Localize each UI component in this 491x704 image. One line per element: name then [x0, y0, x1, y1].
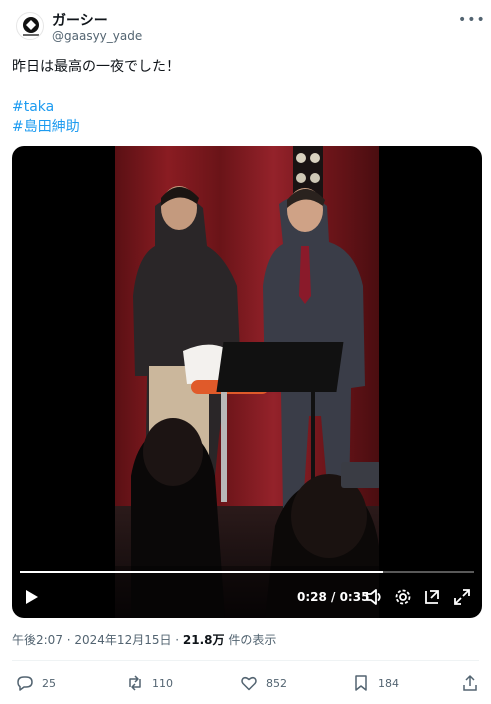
divider	[12, 660, 479, 661]
view-label: 件の表示	[224, 633, 277, 647]
tweet-spacer	[12, 77, 472, 97]
volume-icon[interactable]	[364, 587, 384, 607]
video-player[interactable]: 0:28 / 0:35	[12, 146, 482, 618]
bookmark-icon	[355, 675, 367, 691]
timestamp[interactable]: 午後2:07 · 2024年12月15日 ·	[12, 633, 183, 647]
play-icon[interactable]	[22, 588, 40, 606]
video-frame[interactable]	[115, 146, 379, 618]
fullscreen-icon[interactable]	[452, 587, 472, 607]
display-name[interactable]: ガーシー	[52, 10, 108, 30]
share-button[interactable]	[461, 672, 487, 694]
progress-bar[interactable]	[20, 571, 474, 573]
hashtag-shimada-shinsuke[interactable]: #島田紳助	[12, 117, 472, 137]
video-time: 0:28 / 0:35	[297, 590, 370, 604]
tweet-header: ガーシー @gaasyy_yade •••	[12, 8, 485, 48]
stage-scene-image	[115, 146, 379, 618]
gear-icon[interactable]	[393, 587, 413, 607]
tweet-meta: 午後2:07 · 2024年12月15日 · 21.8万 件の表示	[12, 631, 276, 648]
repost-button[interactable]: 110	[126, 672, 173, 694]
view-count: 21.8万	[182, 633, 225, 647]
repost-icon	[129, 675, 141, 691]
like-button[interactable]: 852	[240, 672, 287, 694]
avatar[interactable]	[16, 12, 44, 40]
heart-icon	[241, 676, 257, 691]
bookmark-button[interactable]: 184	[352, 672, 399, 694]
progress-fill	[20, 571, 384, 573]
tweet-body: 昨日は最高の一夜でした！ #taka #島田紳助	[12, 57, 472, 137]
action-bar: 25 110 852 184	[12, 672, 479, 694]
user-handle[interactable]: @gaasyy_yade	[52, 29, 142, 43]
reply-button[interactable]: 25	[16, 672, 56, 694]
like-count: 852	[266, 676, 287, 690]
hashtag-taka[interactable]: #taka	[12, 97, 472, 117]
repost-count: 110	[152, 676, 173, 690]
share-icon	[463, 675, 477, 691]
popout-icon[interactable]	[422, 587, 442, 607]
reply-icon	[17, 676, 33, 691]
avatar-logo-icon	[23, 17, 39, 36]
tweet-text: 昨日は最高の一夜でした！	[12, 59, 180, 75]
bookmark-count: 184	[378, 676, 399, 690]
reply-count: 25	[42, 676, 56, 690]
more-options-icon[interactable]: •••	[458, 12, 485, 28]
